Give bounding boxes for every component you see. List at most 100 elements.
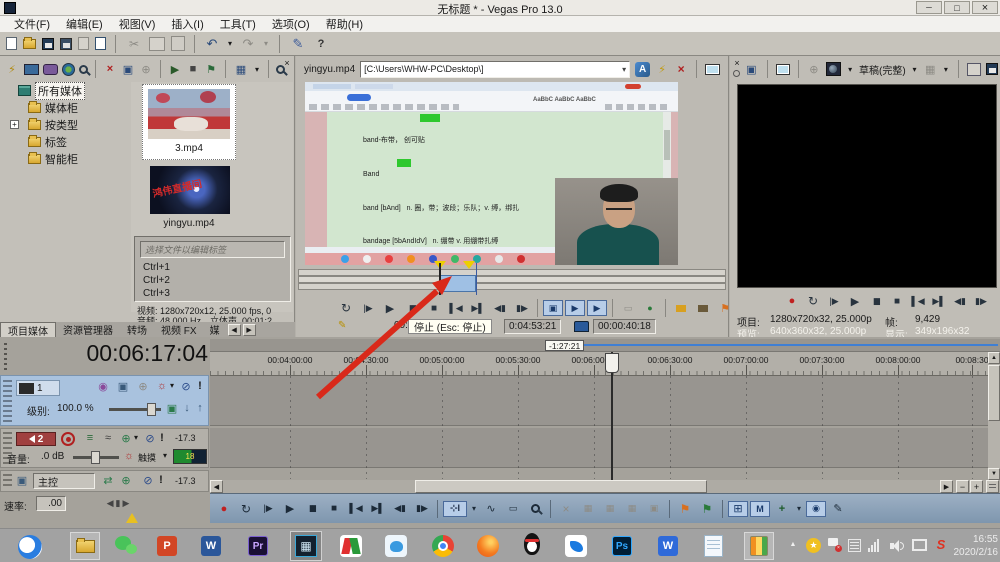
taskbar-qq-icon[interactable] (522, 533, 542, 559)
import-media-icon[interactable]: ⚡ (4, 63, 20, 76)
tray-volume-icon[interactable] (890, 540, 904, 552)
show-video-button[interactable]: ▭ (618, 300, 638, 316)
tree-item-media-bins[interactable]: 媒体柜 (2, 99, 130, 116)
autopreview-icon[interactable]: ⚡ (655, 63, 669, 76)
prev-frame-button[interactable]: ◀▮ (490, 300, 510, 316)
panel-pin-icon[interactable] (733, 70, 740, 77)
compositing-mode-icon[interactable]: ▣ (115, 380, 131, 393)
solo-icon[interactable]: ! (156, 474, 166, 486)
tray-expand-icon[interactable]: ▲ (788, 541, 798, 548)
undo-icon[interactable]: ↶ (204, 36, 220, 52)
track-drag-handle[interactable] (3, 474, 12, 489)
video-overlay-icon[interactable]: ⊕ (807, 63, 821, 76)
panel-close-icon[interactable]: × (732, 58, 742, 68)
taskbar-netdisk-icon[interactable] (385, 535, 407, 557)
input-routing-icon[interactable]: ≡ (83, 432, 97, 444)
timeline-vscrollbar[interactable]: ▲ ▼ (988, 352, 1000, 480)
menu-file[interactable]: 文件(F) (6, 16, 58, 32)
taskbar-notepad-icon[interactable] (704, 535, 723, 557)
views-icon[interactable]: ▦ (233, 63, 249, 76)
taskbar-chrome-icon[interactable] (432, 535, 454, 557)
stop-preview-icon[interactable]: ■ (186, 63, 200, 75)
solo-icon[interactable]: ! (157, 432, 167, 444)
marker-label-box[interactable]: -1:27:21 (545, 340, 585, 351)
video-track-header[interactable]: 1 ◉ ▣ ⊕ ☼ ▾ ⊘ ! 级别: 100.0 % ▣ ↓ ↑ (0, 375, 209, 426)
menu-insert[interactable]: 插入(I) (163, 16, 211, 32)
delete-button[interactable]: × (556, 501, 576, 517)
timeline-hscrollbar[interactable]: ◀ ▶ − + (210, 480, 1000, 493)
interaction-pen-icon[interactable]: ✎ (289, 36, 307, 52)
scribble-strength-button[interactable]: ✎ (828, 501, 848, 517)
close-button[interactable]: × (972, 1, 998, 14)
tab-project-media[interactable]: 项目媒体 (0, 322, 56, 338)
rate-value-box[interactable]: .00 (36, 496, 66, 511)
selection-end-handle[interactable] (463, 261, 475, 269)
remove-current-media-icon[interactable]: × (674, 62, 688, 76)
cut-icon[interactable]: ✂ (125, 37, 143, 51)
tray-flag-icon[interactable]: × (828, 538, 842, 552)
edge-trim-icon[interactable] (986, 480, 999, 493)
multicam-button[interactable]: ◉ (806, 500, 826, 517)
timeline-current-timecode[interactable]: 00:06:17:04 (10, 340, 208, 367)
preview-quality-label[interactable]: 草稿(完整) (859, 62, 906, 77)
mute-icon[interactable]: ⊘ (179, 380, 193, 393)
mute-icon[interactable]: ⊘ (143, 432, 157, 445)
tray-display-icon[interactable] (912, 539, 927, 551)
taskbar-file-explorer-icon[interactable] (70, 532, 100, 560)
prev-frame-button[interactable]: ◀▮ (390, 501, 410, 517)
redo-icon[interactable]: ↷ (240, 36, 256, 52)
tree-item-all-media[interactable]: 所有媒体 (2, 81, 130, 100)
panel-close-icon[interactable]: × (282, 58, 292, 68)
save-project-icon[interactable] (42, 37, 54, 50)
menu-edit[interactable]: 编辑(E) (58, 16, 111, 32)
track-number-box[interactable]: 2 (16, 432, 56, 446)
menu-help[interactable]: 帮助(H) (318, 16, 371, 32)
go-to-end-button[interactable]: ▶▌ (929, 293, 949, 309)
whats-this-help-icon[interactable]: ? (313, 38, 329, 50)
show-audio-button[interactable]: ● (640, 300, 660, 316)
split-button[interactable]: ▦ (600, 501, 620, 517)
hscroll-thumb[interactable] (415, 480, 707, 493)
stop-button[interactable]: ■ (424, 300, 444, 316)
automation-dropdown-icon[interactable]: ▾ (168, 381, 176, 390)
normal-edit-tool-button[interactable]: ⊹I (443, 500, 467, 517)
loop-playback-button[interactable]: ↻ (803, 293, 823, 309)
taskbar-qq-browser-icon[interactable] (18, 535, 42, 559)
track-eq-icon[interactable]: ≈ (101, 432, 115, 444)
track-fx-icon[interactable]: ⊕ (119, 432, 133, 445)
zoom-tool-button[interactable] (525, 501, 545, 517)
stop-button[interactable]: ■ (887, 293, 907, 309)
region-out-icon[interactable] (693, 300, 713, 316)
go-to-start-button[interactable]: ▌◀ (908, 293, 928, 309)
go-to-end-button[interactable]: ▶▌ (368, 501, 388, 517)
next-frame-button[interactable]: ▮▶ (412, 501, 432, 517)
fx-dropdown-icon[interactable]: ▾ (132, 433, 140, 442)
master-bus-header[interactable]: ▣ 主控 ⇄ ⊕ ⊘ ! -17.3 (0, 470, 209, 492)
tag-shortcut[interactable]: Ctrl+1 (135, 262, 290, 275)
media-bins-icon[interactable]: ⚑ (204, 63, 218, 76)
external-monitor-icon[interactable] (775, 63, 791, 75)
tab-transitions[interactable]: 转场 (120, 322, 154, 337)
tab-scroll-left-icon[interactable]: ◀ (227, 323, 241, 336)
trim-end-button[interactable]: ▦ (622, 501, 642, 517)
arm-record-icon[interactable] (61, 432, 75, 446)
menu-options[interactable]: 选项(O) (264, 16, 318, 32)
envelope-tool-button[interactable]: ∿ (481, 501, 501, 517)
next-frame-button[interactable]: ▮▶ (512, 300, 532, 316)
slider-thumb[interactable] (91, 451, 100, 464)
zoom-in-icon[interactable]: + (970, 480, 983, 493)
rate-scrub-control[interactable]: ◀▮▶ (96, 496, 142, 511)
taskbar-premiere-icon[interactable]: Pr (248, 536, 268, 556)
taskbar-wps-icon[interactable]: W (658, 536, 678, 556)
tree-item-tags[interactable]: 标签 (2, 133, 130, 150)
quality-dropdown-icon[interactable]: ▾ (846, 65, 854, 74)
track-motion-icon[interactable]: ◉ (95, 380, 111, 393)
stop-button[interactable]: ■ (324, 501, 344, 517)
automation-dropdown-icon[interactable]: ▾ (161, 451, 169, 460)
insert-region-button[interactable]: ⚑ (697, 501, 717, 517)
go-to-start-button[interactable]: ▌◀ (446, 300, 466, 316)
enable-snapping-button[interactable]: ⊞ (728, 500, 748, 517)
playhead-handle[interactable] (605, 353, 619, 373)
taskbar-wechat-icon[interactable] (115, 536, 139, 558)
play-button[interactable]: ▶ (380, 300, 400, 316)
